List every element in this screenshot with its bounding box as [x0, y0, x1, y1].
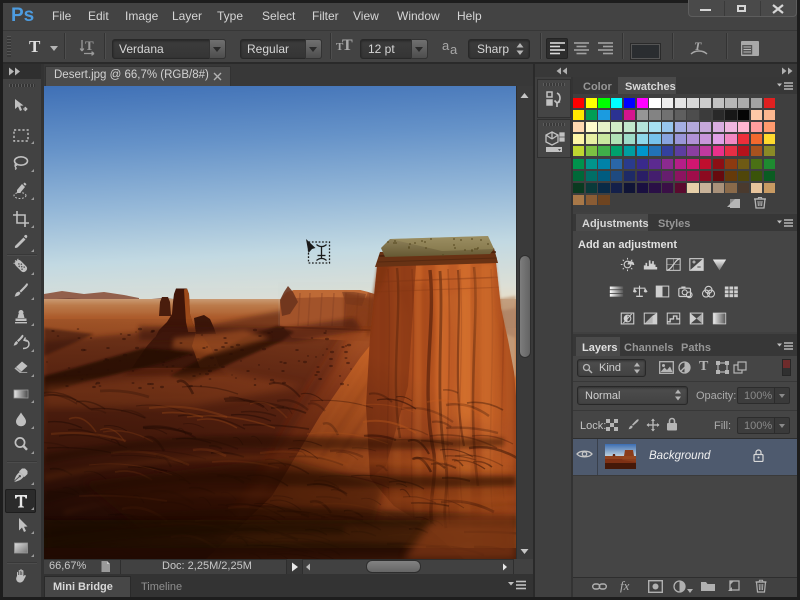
- svg-text:T: T: [85, 38, 94, 53]
